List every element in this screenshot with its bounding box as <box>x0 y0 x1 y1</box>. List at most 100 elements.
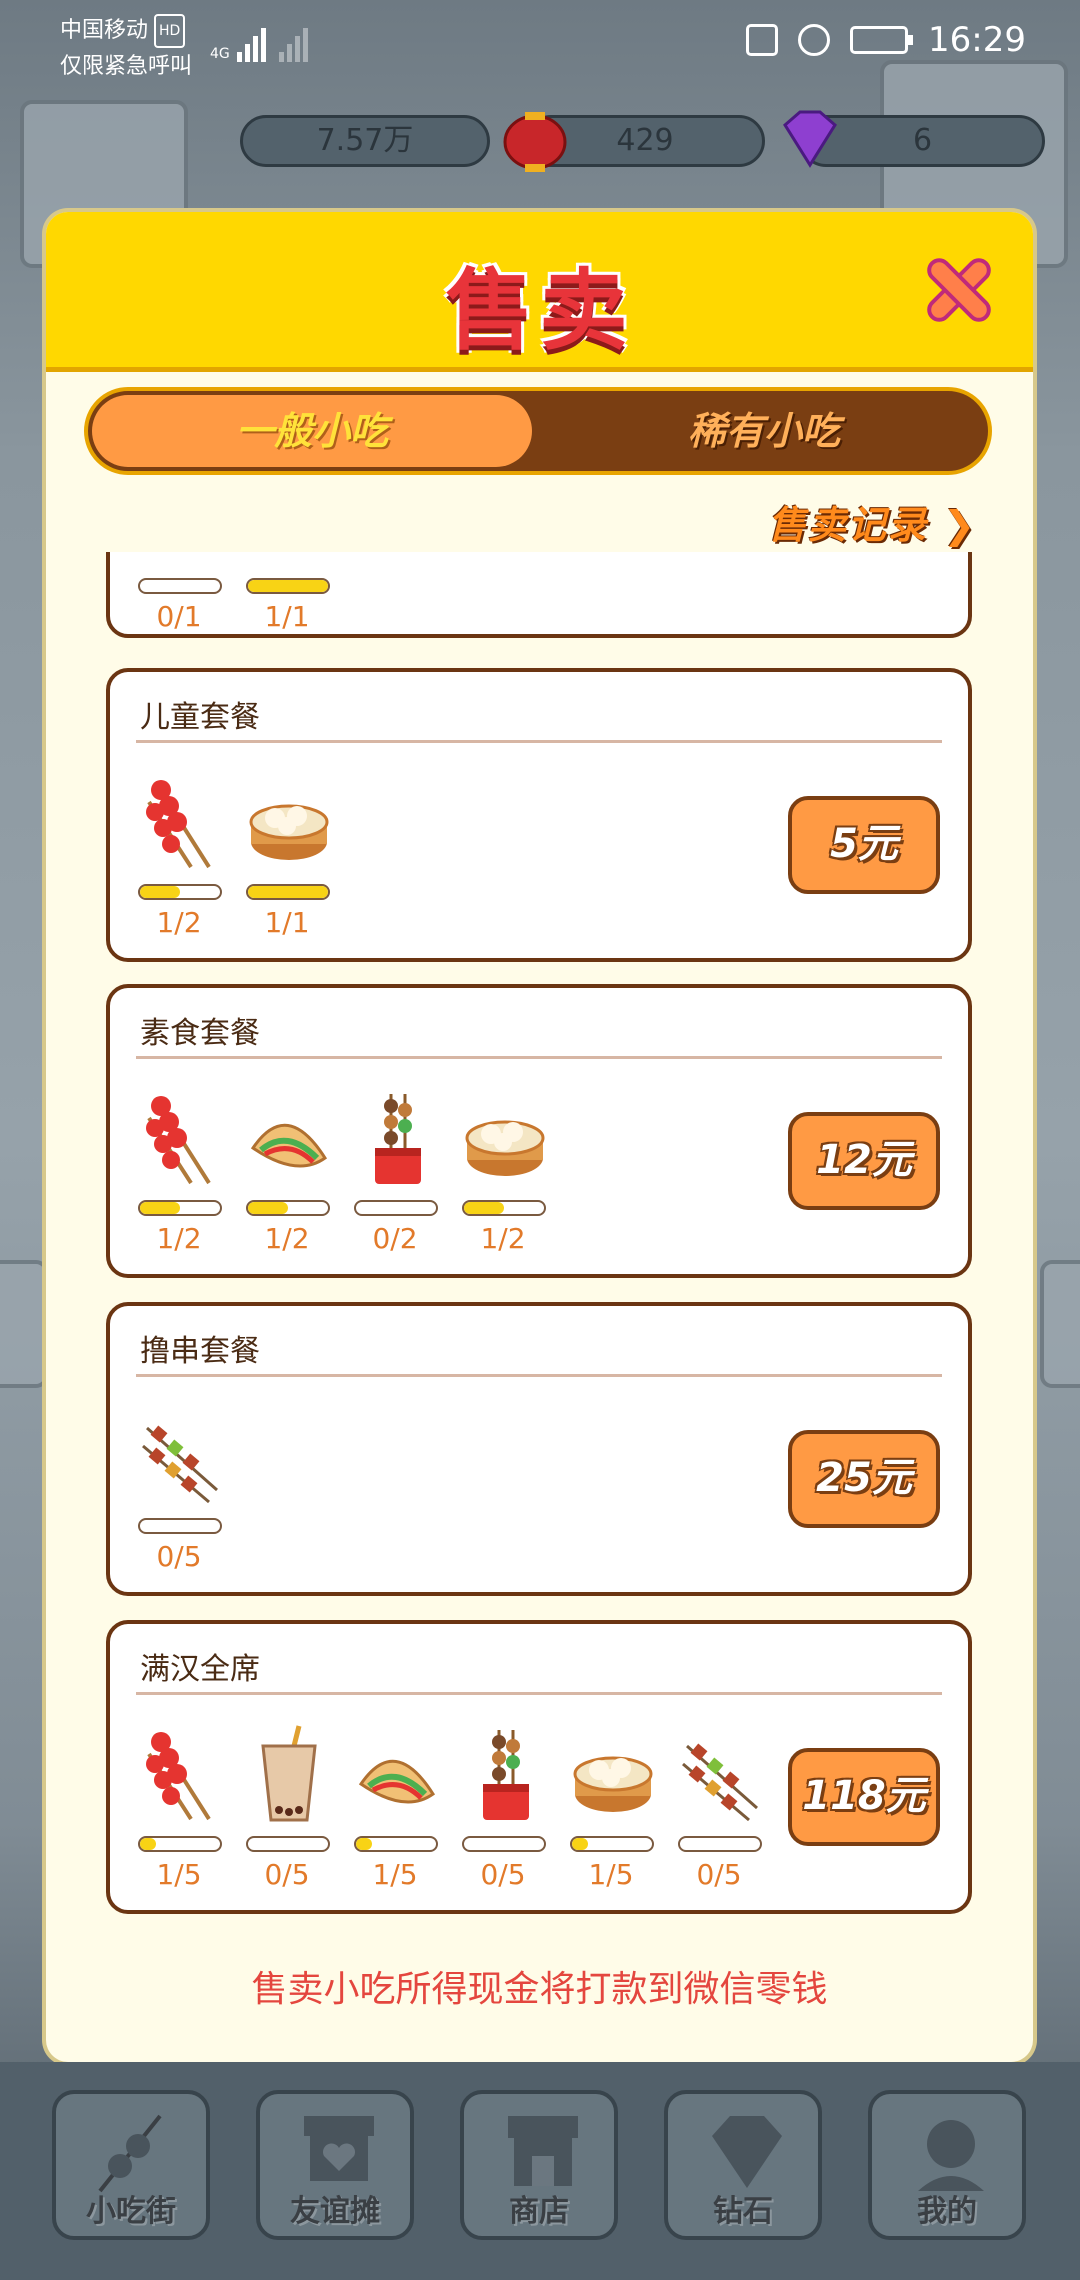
meat-skewer-icon <box>139 1406 223 1506</box>
progress-bar <box>462 1200 546 1216</box>
divider <box>136 1056 942 1059</box>
sell-combo-button[interactable]: 118元 <box>788 1748 940 1846</box>
progress-fill <box>248 580 328 592</box>
steamed-bun-icon <box>247 772 331 872</box>
alarm-icon <box>798 24 831 56</box>
mushroom-skewer-cup-icon <box>463 1724 547 1824</box>
progress-bar <box>462 1836 546 1852</box>
diamond-icon <box>783 110 837 168</box>
progress-fill <box>248 1202 288 1214</box>
snack-count: 1/1 <box>264 600 310 633</box>
combo-card: 满汉全席 1/5 0/5 1/5 0/5 1/5 0/5 118元 <box>106 1620 972 1914</box>
progress-bar <box>354 1836 438 1852</box>
close-button[interactable] <box>923 254 995 326</box>
nav-profile[interactable]: 我的 <box>868 2090 1026 2240</box>
snack-count: 1/2 <box>264 1222 310 1255</box>
nav-snack-street[interactable]: 小吃街 <box>52 2090 210 2240</box>
bottom-nav: 小吃街 友谊摊 商店 钻石 我的 <box>0 2062 1080 2280</box>
nav-shop[interactable]: 商店 <box>460 2090 618 2240</box>
progress-bar <box>138 578 222 594</box>
tanghulu-icon <box>139 1724 223 1824</box>
nfc-icon <box>746 24 779 56</box>
sell-combo-button[interactable]: 12元 <box>788 1112 940 1210</box>
dialog-header: 售卖 <box>46 212 1033 372</box>
snack-count: 1/2 <box>156 1222 202 1255</box>
progress-fill <box>356 1838 372 1850</box>
sell-history-link[interactable]: 售卖记录 ❯ <box>768 494 977 549</box>
bg-building <box>0 1260 48 1388</box>
clock: 16:29 <box>928 20 1026 60</box>
combo-card: 儿童套餐 1/2 1/1 5元 <box>106 668 972 962</box>
snack-count: 0/5 <box>696 1858 742 1891</box>
sell-combo-button[interactable]: 5元 <box>788 796 940 894</box>
progress-bar <box>678 1836 762 1852</box>
nav-label: 小吃街 <box>86 2194 176 2229</box>
progress-bar <box>570 1836 654 1852</box>
snack-count: 1/5 <box>372 1858 418 1891</box>
snack-count: 1/1 <box>264 906 310 939</box>
lantern-icon <box>503 112 567 172</box>
progress-fill <box>140 1838 156 1850</box>
snack-tabs: 一般小吃 稀有小吃 <box>84 387 992 475</box>
sell-dialog: 售卖 一般小吃 稀有小吃 售卖记录 ❯ 0/1 1/1 儿童套餐 1/2 1/1… <box>46 212 1033 2062</box>
diamond-icon <box>712 2116 782 2188</box>
avatar-icon <box>918 2120 984 2191</box>
combo-list[interactable]: 0/1 1/1 儿童套餐 1/2 1/1 5元 素食套餐 1/2 1/2 0/2… <box>46 552 1033 1952</box>
nav-label: 钻石 <box>713 2194 773 2229</box>
combo-title: 素食套餐 <box>140 1016 260 1051</box>
snack-count: 1/5 <box>588 1858 634 1891</box>
dialog-title: 售卖 <box>445 259 634 362</box>
snack-count: 0/1 <box>156 600 202 633</box>
combo-title: 撸串套餐 <box>140 1334 260 1369</box>
combo-title: 儿童套餐 <box>140 700 260 735</box>
steamed-bun-icon <box>571 1724 655 1824</box>
progress-bar <box>138 884 222 900</box>
snack-count: 1/2 <box>480 1222 526 1255</box>
sell-history-label: 售卖记录 <box>767 503 928 547</box>
emergency-only-text: 仅限紧急呼叫 <box>60 54 193 79</box>
combo-card-partial: 0/1 1/1 <box>106 552 972 638</box>
nav-label: 商店 <box>509 2194 569 2229</box>
combo-card: 撸串套餐 0/5 25元 <box>106 1302 972 1596</box>
signal-icon: 4G <box>210 22 308 62</box>
tab-normal-snacks[interactable]: 一般小吃 <box>92 395 532 467</box>
snack-count: 0/2 <box>372 1222 418 1255</box>
chevron-right-icon: ❯ <box>943 503 977 547</box>
carrier-name: 中国移动 <box>60 18 149 43</box>
nav-label: 友谊摊 <box>290 2194 380 2229</box>
status-bar: 中国移动 HD 仅限紧急呼叫 4G 16:29 <box>0 0 1080 90</box>
network-type: 4G <box>210 46 230 62</box>
gem-value: 6 <box>912 123 933 158</box>
progress-bar <box>246 884 330 900</box>
snack-count: 0/5 <box>264 1858 310 1891</box>
nav-diamond[interactable]: 钻石 <box>664 2090 822 2240</box>
lantern-value: 429 <box>616 123 674 158</box>
steamed-bun-icon <box>463 1088 547 1188</box>
pancake-icon <box>355 1724 439 1824</box>
payout-note: 售卖小吃所得现金将打款到微信零钱 <box>251 1969 828 2010</box>
progress-fill <box>572 1838 588 1850</box>
heart-stall-icon <box>304 2116 374 2181</box>
sausage-skewer-icon <box>98 2114 162 2193</box>
hd-badge: HD <box>154 14 186 48</box>
combo-title: 满汉全席 <box>140 1652 260 1687</box>
combo-card: 素食套餐 1/2 1/2 0/2 1/2 12元 <box>106 984 972 1278</box>
snack-count: 0/5 <box>480 1858 526 1891</box>
close-icon <box>927 258 991 322</box>
coin-counter[interactable]: 7.57万 <box>240 115 490 167</box>
progress-fill <box>140 1202 180 1214</box>
shop-icon <box>508 2116 578 2186</box>
nav-friendship-stall[interactable]: 友谊摊 <box>256 2090 414 2240</box>
sell-combo-button[interactable]: 25元 <box>788 1430 940 1528</box>
bg-building <box>1040 1260 1080 1388</box>
progress-bar <box>246 578 330 594</box>
progress-bar <box>246 1836 330 1852</box>
tanghulu-icon <box>139 1088 223 1188</box>
progress-fill <box>140 886 180 898</box>
battery-icon <box>850 26 914 54</box>
progress-bar <box>138 1518 222 1534</box>
tab-rare-snacks[interactable]: 稀有小吃 <box>540 395 988 467</box>
divider <box>136 1692 942 1695</box>
progress-bar <box>138 1200 222 1216</box>
progress-bar <box>138 1836 222 1852</box>
